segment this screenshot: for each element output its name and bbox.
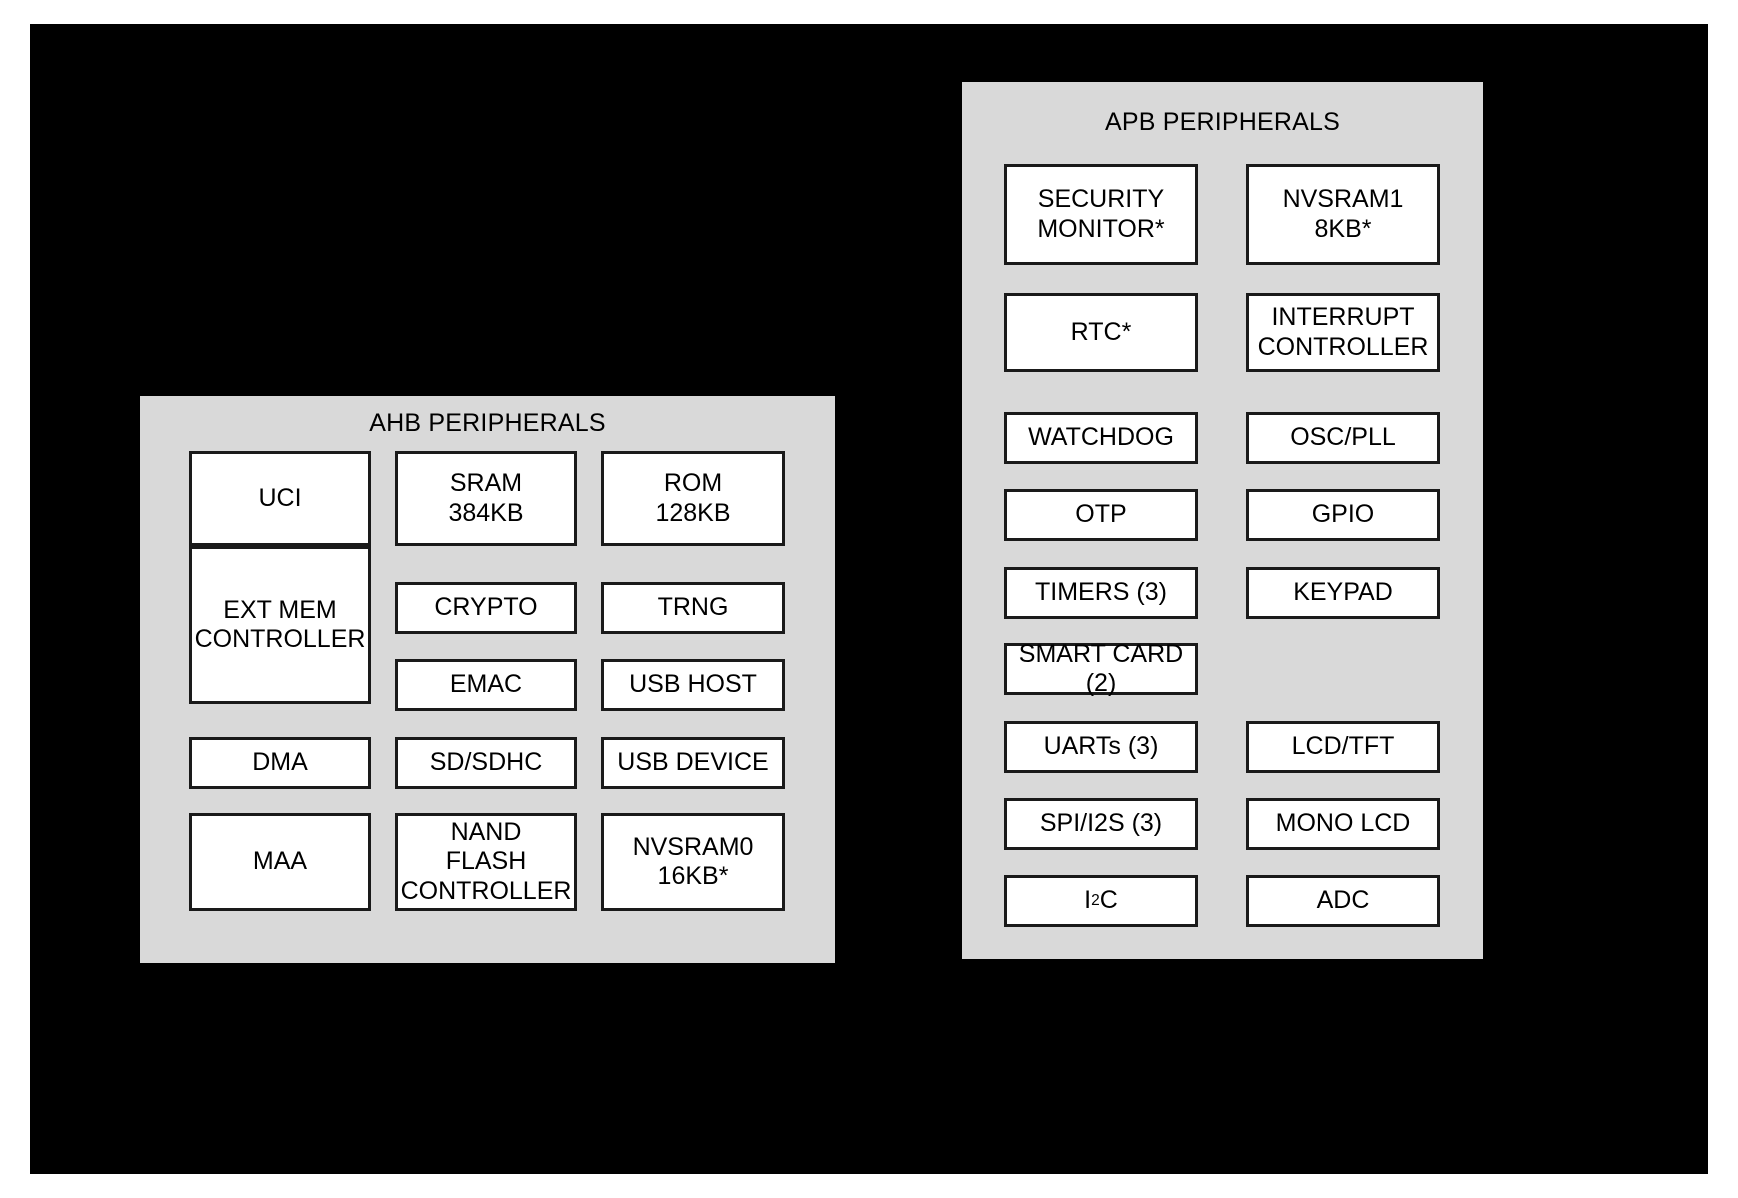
- block-sd-sdhc: SD/SDHC: [395, 737, 577, 789]
- block-smart-card: SMART CARD (2): [1004, 640, 1198, 697]
- block-mono-lcd: MONO LCD: [1246, 798, 1440, 850]
- ahb-peripherals-panel: AHB PERIPHERALS UCI EXT MEM CONTROLLER D…: [140, 396, 835, 963]
- block-otp: OTP: [1004, 489, 1198, 541]
- block-usb-device: USB DEVICE: [601, 737, 785, 789]
- diagram-canvas: AHB PERIPHERALS UCI EXT MEM CONTROLLER D…: [0, 0, 1738, 1198]
- block-dma: DMA: [189, 737, 371, 789]
- block-i2c: I2C: [1004, 875, 1198, 927]
- block-trng: TRNG: [601, 582, 785, 634]
- block-rom: ROM 128KB: [601, 451, 785, 546]
- block-nvsram0: NVSRAM0 16KB*: [601, 813, 785, 911]
- block-gpio: GPIO: [1246, 489, 1440, 541]
- block-uarts: UARTs (3): [1004, 721, 1198, 773]
- apb-panel-title: APB PERIPHERALS: [1104, 108, 1341, 136]
- apb-peripherals-panel: APB PERIPHERALS SECURITY MONITOR* RTC* W…: [962, 82, 1483, 959]
- block-crypto: CRYPTO: [395, 582, 577, 634]
- block-interrupt-controller: INTERRUPT CONTROLLER: [1246, 293, 1440, 372]
- block-nvsram1: NVSRAM1 8KB*: [1246, 164, 1440, 265]
- block-keypad: KEYPAD: [1246, 567, 1440, 619]
- block-nand-flash-controller: NAND FLASH CONTROLLER: [395, 813, 577, 911]
- block-security-monitor: SECURITY MONITOR*: [1004, 164, 1198, 265]
- block-sram: SRAM 384KB: [395, 451, 577, 546]
- block-emac: EMAC: [395, 659, 577, 711]
- block-adc: ADC: [1246, 875, 1440, 927]
- i2c-label-main: I: [1084, 886, 1092, 915]
- ahb-panel-title: AHB PERIPHERALS: [369, 409, 606, 437]
- block-rtc: RTC*: [1004, 293, 1198, 372]
- block-usb-host: USB HOST: [601, 659, 785, 711]
- block-timers: TIMERS (3): [1004, 567, 1198, 619]
- block-uci: UCI: [189, 451, 371, 546]
- block-lcd-tft: LCD/TFT: [1246, 721, 1440, 773]
- block-osc-pll: OSC/PLL: [1246, 412, 1440, 464]
- block-watchdog: WATCHDOG: [1004, 412, 1198, 464]
- block-spi-i2s: SPI/I2S (3): [1004, 798, 1198, 850]
- i2c-label-tail: C: [1099, 886, 1118, 915]
- block-maa: MAA: [189, 813, 371, 911]
- block-ext-mem-controller: EXT MEM CONTROLLER: [189, 546, 371, 704]
